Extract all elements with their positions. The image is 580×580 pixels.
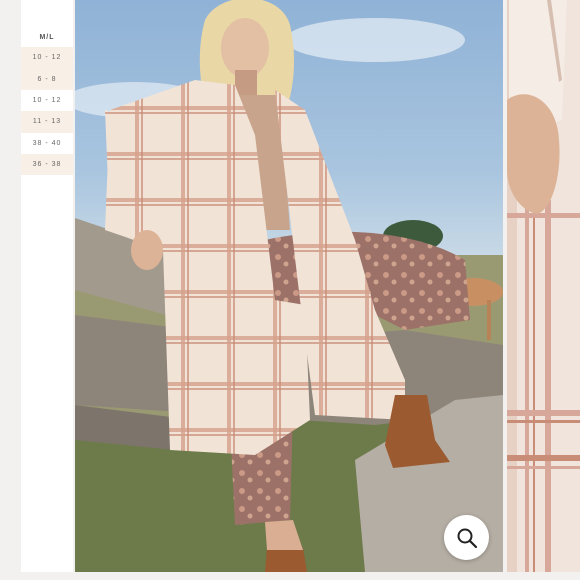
size-chart-heading: M/L — [39, 34, 55, 41]
size-row: 11 - 13 — [21, 111, 73, 133]
fabric-closeup-photo[interactable] — [507, 0, 580, 572]
size-chart-panel: M/L 10 - 12 6 - 8 10 - 12 11 - 13 38 - 4… — [21, 0, 73, 572]
size-row: 6 - 8 — [21, 68, 73, 90]
model-illustration — [75, 0, 503, 572]
fabric-illustration — [507, 0, 580, 572]
size-row: 10 - 12 — [21, 47, 73, 69]
size-row: 38 - 40 — [32, 139, 62, 147]
search-icon — [456, 527, 478, 549]
listing-image-frame: M/L 10 - 12 6 - 8 10 - 12 11 - 13 38 - 4… — [0, 0, 580, 580]
size-chart-list: 10 - 12 6 - 8 10 - 12 11 - 13 38 - 40 36… — [21, 47, 73, 176]
model-photo[interactable] — [75, 0, 503, 572]
size-row: 36 - 38 — [21, 153, 73, 176]
size-row: 10 - 12 — [32, 96, 62, 104]
zoom-button[interactable] — [444, 515, 489, 560]
